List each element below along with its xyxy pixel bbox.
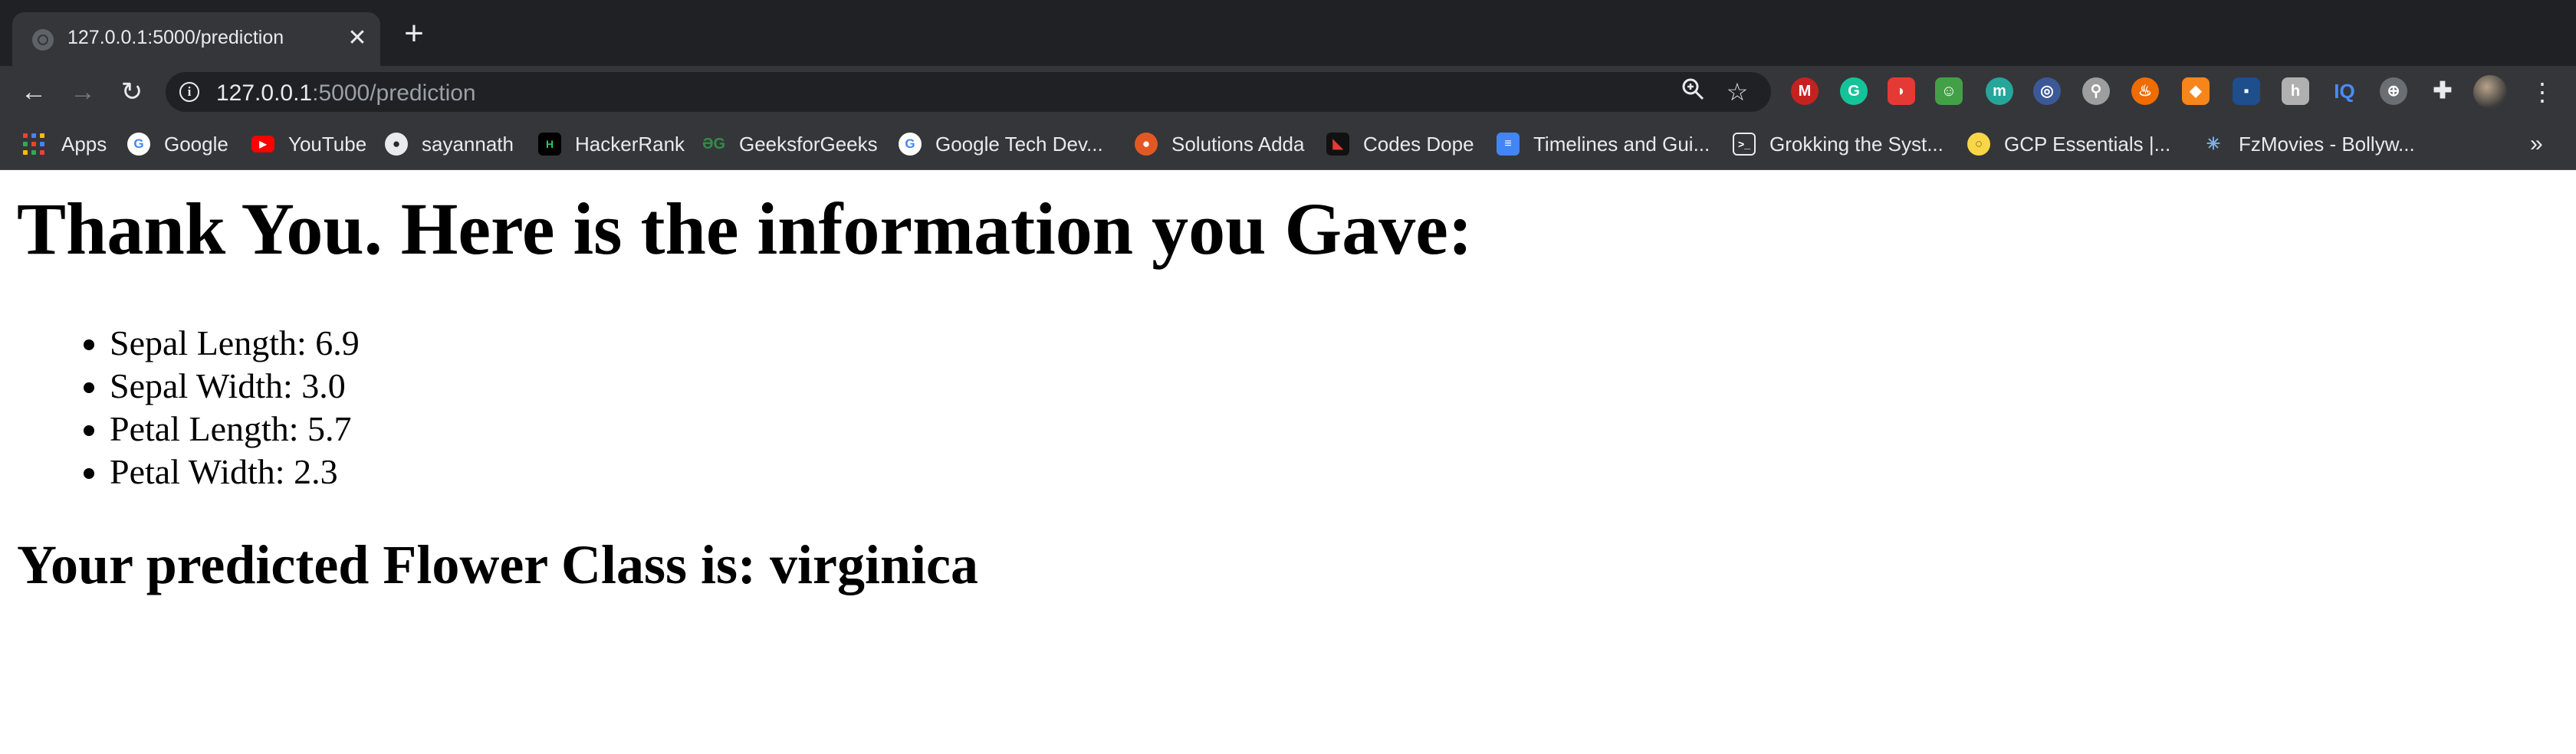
input-details-list: Sepal Length: 6.9 Sepal Width: 3.0 Petal… bbox=[0, 322, 360, 493]
bookmark-gcp-essentials[interactable]: ○ GCP Essentials |... bbox=[1967, 129, 2170, 159]
tab-manager-extension-icon[interactable]: ☺ bbox=[1935, 77, 1963, 105]
hackerrank-icon: H bbox=[538, 133, 561, 156]
tab-strip: 127.0.0.1:5000/prediction ✕ + bbox=[0, 0, 2576, 66]
profile-avatar[interactable] bbox=[2473, 75, 2507, 109]
bookmark-label: GCP Essentials |... bbox=[2004, 132, 2171, 156]
bookmarks-bar: Apps G Google ▶ YouTube ● sayannath H Ha… bbox=[0, 118, 2576, 170]
bookmark-label: sayannath bbox=[422, 132, 514, 156]
bookmark-label: HackerRank bbox=[575, 132, 685, 156]
site-info-icon[interactable]: i bbox=[179, 82, 199, 102]
bookmark-grokking[interactable]: >_ Grokking the Syst... bbox=[1733, 129, 1944, 159]
bookmark-solutions-adda[interactable]: ● Solutions Adda bbox=[1135, 129, 1304, 159]
m-extension-icon[interactable]: m bbox=[1986, 77, 2013, 105]
bookmark-label: Grokking the Syst... bbox=[1769, 132, 1944, 156]
iq-extension-icon[interactable]: IQ bbox=[2331, 77, 2358, 105]
grammarly-extension-icon[interactable]: G bbox=[1840, 77, 1868, 105]
fire-extension-icon[interactable]: ♨ bbox=[2131, 77, 2159, 105]
bookmark-label: FzMovies - Bollyw... bbox=[2239, 132, 2415, 156]
bookmark-geeksforgeeks[interactable]: ƏG GeeksforGeeks bbox=[702, 129, 878, 159]
link-extension-icon[interactable]: ⚲ bbox=[2082, 77, 2110, 105]
bookmark-label: Codes Dope bbox=[1363, 132, 1474, 156]
google-docs-icon: ≡ bbox=[1497, 133, 1520, 156]
back-arrow-icon[interactable]: ← bbox=[17, 75, 51, 109]
page-heading: Thank You. Here is the information you G… bbox=[17, 188, 1473, 270]
bookmark-sayannath[interactable]: ● sayannath bbox=[385, 129, 514, 159]
gmail-extension-icon[interactable]: M bbox=[1791, 77, 1819, 105]
list-item: Sepal Width: 3.0 bbox=[110, 365, 360, 408]
github-icon: ● bbox=[385, 133, 408, 156]
new-tab-icon[interactable]: + bbox=[399, 17, 429, 51]
bookmark-youtube[interactable]: ▶ YouTube bbox=[251, 129, 366, 159]
youtube-icon: ▶ bbox=[251, 136, 274, 152]
bookmarks-overflow-icon[interactable]: » bbox=[2530, 129, 2543, 159]
bookmark-apps[interactable]: Apps bbox=[23, 129, 107, 159]
owl-extension-icon[interactable]: ◎ bbox=[2033, 77, 2061, 105]
browser-tab[interactable]: 127.0.0.1:5000/prediction ✕ bbox=[12, 12, 380, 66]
google-icon: G bbox=[899, 133, 922, 156]
url-host: 127.0.0.1 bbox=[216, 80, 313, 106]
bookmark-label: Solutions Adda bbox=[1171, 132, 1305, 156]
pocket-extension-icon[interactable]: ◗ bbox=[1888, 77, 1915, 105]
url-text[interactable]: 127.0.0.1:5000/prediction bbox=[216, 80, 476, 107]
list-item: Sepal Length: 6.9 bbox=[110, 322, 360, 365]
globe-icon bbox=[32, 29, 54, 51]
tab-title: 127.0.0.1:5000/prediction bbox=[67, 27, 284, 48]
list-item: Petal Width: 2.3 bbox=[110, 451, 360, 493]
bookmark-google-tech-dev[interactable]: G Google Tech Dev... bbox=[899, 129, 1103, 159]
url-path: :5000/prediction bbox=[312, 80, 476, 106]
google-icon: G bbox=[127, 133, 150, 156]
solutions-adda-icon: ● bbox=[1135, 133, 1158, 156]
bookmark-label: YouTube bbox=[288, 132, 367, 156]
prediction-result: Your predicted Flower Class is: virginic… bbox=[17, 534, 978, 595]
zoom-icon[interactable] bbox=[1677, 77, 1708, 107]
bookmark-star-icon[interactable]: ☆ bbox=[1722, 77, 1753, 107]
bookmark-codes-dope[interactable]: ◣ Codes Dope bbox=[1326, 129, 1474, 159]
page-content: Thank You. Here is the information you G… bbox=[0, 170, 2576, 754]
bookmark-timelines[interactable]: ≡ Timelines and Gui... bbox=[1497, 129, 1710, 159]
bookmark-google[interactable]: G Google bbox=[127, 129, 228, 159]
bookmark-label: Apps bbox=[61, 132, 107, 156]
bookmark-label: Google bbox=[164, 132, 228, 156]
globe-extension-icon[interactable]: ⊕ bbox=[2380, 77, 2407, 105]
terminal-icon: >_ bbox=[1733, 133, 1756, 156]
list-item: Petal Length: 5.7 bbox=[110, 408, 360, 451]
reload-icon[interactable]: ↻ bbox=[115, 75, 149, 109]
browser-menu-icon[interactable]: ⋮ bbox=[2530, 75, 2555, 109]
extensions-puzzle-icon[interactable]: ✚ bbox=[2429, 77, 2456, 105]
geeksforgeeks-icon: ƏG bbox=[702, 136, 726, 152]
h-extension-icon[interactable]: h bbox=[2282, 77, 2309, 105]
gcp-essentials-icon: ○ bbox=[1967, 133, 1990, 156]
bookmark-label: GeeksforGeeks bbox=[739, 132, 878, 156]
metamask-extension-icon[interactable]: ◆ bbox=[2182, 77, 2210, 105]
codes-dope-icon: ◣ bbox=[1326, 133, 1349, 156]
forward-arrow-icon[interactable]: → bbox=[66, 75, 100, 109]
address-bar[interactable]: i 127.0.0.1:5000/prediction ☆ bbox=[166, 72, 1771, 112]
bookmark-hackerrank[interactable]: H HackerRank bbox=[538, 129, 685, 159]
bookmark-fzmovies[interactable]: ✳ FzMovies - Bollyw... bbox=[2202, 129, 2415, 159]
bookmark-label: Timelines and Gui... bbox=[1533, 132, 1710, 156]
fzmovies-icon: ✳ bbox=[2206, 134, 2221, 153]
browser-toolbar: ← → ↻ i 127.0.0.1:5000/prediction ☆ M G … bbox=[0, 66, 2576, 118]
apps-grid-icon bbox=[23, 133, 44, 155]
box-extension-icon[interactable]: ▪ bbox=[2233, 77, 2260, 105]
close-tab-icon[interactable]: ✕ bbox=[342, 23, 373, 54]
bookmark-label: Google Tech Dev... bbox=[935, 132, 1103, 156]
